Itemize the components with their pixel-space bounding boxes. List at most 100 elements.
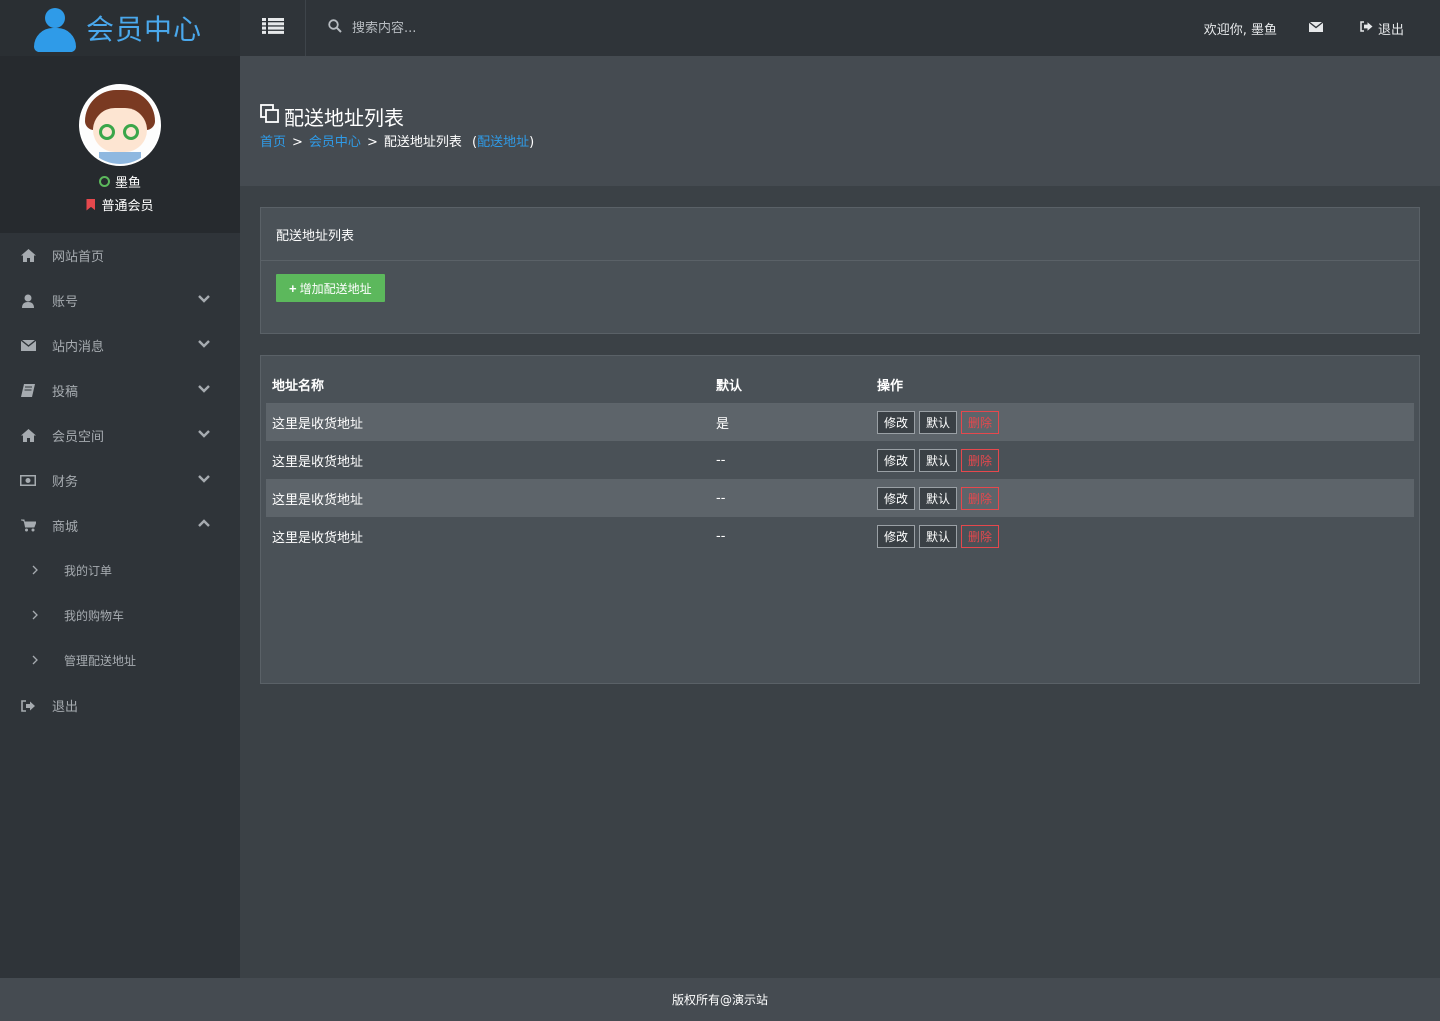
topbar-right: 欢迎你, 墨鱼 退出 [1204,0,1404,56]
brand-title: 会员中心 [86,13,203,46]
breadcrumb: 首页 > 会员中心 > 配送地址列表 (配送地址) [260,131,534,150]
breadcrumb-address-link[interactable]: 配送地址 [477,135,529,150]
panel-title: 配送地址列表 [261,208,1419,261]
edit-button[interactable]: 修改 [877,524,916,548]
breadcrumb-separator: > [292,135,303,150]
home-icon [20,249,36,263]
address-name: 这里是收货地址 [266,403,710,441]
breadcrumb-separator: > [366,135,378,150]
delete-button[interactable]: 删除 [961,486,1000,510]
messages-button[interactable] [1308,20,1324,36]
copyright-text: 版权所有@演示站 [671,993,768,1007]
delete-button[interactable]: 删除 [961,524,1000,548]
chevron-down-icon [198,427,210,442]
logout-link[interactable]: 退出 [1355,19,1404,38]
breadcrumb-paren-close: ) [529,135,535,150]
table-header-row: 地址名称 默认 操作 [266,366,1414,404]
sidebar: 会员中心 墨鱼 普通会员 网站首页 账号 站内消息 投稿 会员空间 财务 商城 … [0,0,240,978]
user-logo-icon [34,6,76,52]
set-default-button[interactable]: 默认 [919,448,958,472]
chevron-right-icon [32,654,42,668]
brand[interactable]: 会员中心 [0,0,240,56]
sign-out-icon [1360,20,1373,36]
sign-out-icon [20,699,36,713]
sidebar-item-label: 商城 [52,520,79,535]
sidebar-item-home[interactable]: 网站首页 [0,233,240,278]
row-actions: 修改 默认 删除 [871,441,1414,479]
home-icon [20,429,36,443]
edit-button[interactable]: 修改 [877,486,916,510]
address-table: 地址名称 默认 操作 这里是收货地址 是 修改 默认 删除 这里是收货地址 -- 修… [266,366,1414,555]
online-status: 墨鱼 [98,172,141,191]
column-header-actions: 操作 [871,366,1414,404]
welcome-text: 欢迎你, 墨鱼 [1203,22,1277,38]
chevron-down-icon [198,337,210,352]
edit-button[interactable]: 修改 [877,448,916,472]
sidebar-item-label: 退出 [52,700,79,715]
column-header-name: 地址名称 [266,366,710,404]
address-name: 这里是收货地址 [272,454,364,470]
search-icon [328,19,342,37]
chevron-down-icon [198,472,210,487]
online-status-icon [98,176,110,187]
search-input[interactable] [352,20,552,36]
table-row: 这里是收货地址 -- 修改 默认 删除 [266,479,1414,517]
bookmark-icon [86,198,96,211]
sidebar-item-label: 账号 [52,295,79,310]
column-header-default: 默认 [710,366,871,404]
breadcrumb-current: 配送地址列表 [383,135,462,150]
set-default-button[interactable]: 默认 [919,410,958,434]
sidebar-subitem-orders[interactable]: 我的订单 [0,548,240,593]
address-table-panel: 地址名称 默认 操作 这里是收货地址 是 修改 默认 删除 这里是收货地址 -- 修… [260,355,1420,684]
sidebar-item-shop[interactable]: 商城 [0,503,240,548]
add-address-label: 增加配送地址 [299,281,372,296]
sidebar-nav: 网站首页 账号 站内消息 投稿 会员空间 财务 商城 我的订单 我的购物车 管理… [0,233,240,728]
sidebar-item-logout[interactable]: 退出 [0,683,240,728]
avatar[interactable] [79,84,161,166]
chevron-up-icon [198,516,210,531]
cart-icon [20,519,36,533]
sidebar-item-account[interactable]: 账号 [0,278,240,323]
sidebar-item-submit[interactable]: 投稿 [0,368,240,413]
breadcrumb-member[interactable]: 会员中心 [309,135,361,150]
menu-toggle-button[interactable] [240,0,306,56]
set-default-button[interactable]: 默认 [919,524,958,548]
envelope-icon [20,339,36,353]
chevron-down-icon [198,382,210,397]
envelope-icon [1308,20,1324,36]
plus-icon: + [289,280,297,296]
sidebar-item-label: 会员空间 [52,430,105,445]
book-icon [20,384,36,398]
sidebar-item-messages[interactable]: 站内消息 [0,323,240,368]
table-row: 这里是收货地址 -- 修改 默认 删除 [266,441,1414,479]
logout-label: 退出 [1377,22,1404,38]
page-header: 配送地址列表 首页 > 会员中心 > 配送地址列表 (配送地址) [240,56,1440,186]
edit-button[interactable]: 修改 [877,410,916,434]
money-icon [20,474,36,488]
chevron-right-icon [32,564,42,578]
sidebar-item-label: 站内消息 [52,340,105,355]
sidebar-item-label: 网站首页 [52,250,105,265]
address-default: 是 [710,403,871,441]
delete-button[interactable]: 删除 [961,448,1000,472]
sidebar-subitem-label: 我的订单 [64,564,113,578]
sidebar-subitem-addresses[interactable]: 管理配送地址 [0,638,240,683]
address-name: 这里是收货地址 [266,479,710,517]
topbar: 欢迎你, 墨鱼 退出 [240,0,1440,56]
address-default: -- [716,452,726,468]
sidebar-item-label: 投稿 [52,385,79,400]
sidebar-subitem-label: 我的购物车 [64,609,125,623]
address-default: -- [710,479,871,517]
address-name: 这里是收货地址 [272,530,364,546]
sidebar-item-space[interactable]: 会员空间 [0,413,240,458]
sidebar-subitem-cart[interactable]: 我的购物车 [0,593,240,638]
breadcrumb-home[interactable]: 首页 [260,135,286,150]
search-box [328,19,552,37]
row-actions: 修改 默认 删除 [871,403,1414,441]
delete-button[interactable]: 删除 [961,410,1000,434]
sidebar-item-finance[interactable]: 财务 [0,458,240,503]
set-default-button[interactable]: 默认 [919,486,958,510]
copy-icon [260,104,280,129]
add-address-button[interactable]: + 增加配送地址 [276,274,385,302]
member-level-label: 普通会员 [101,199,154,214]
